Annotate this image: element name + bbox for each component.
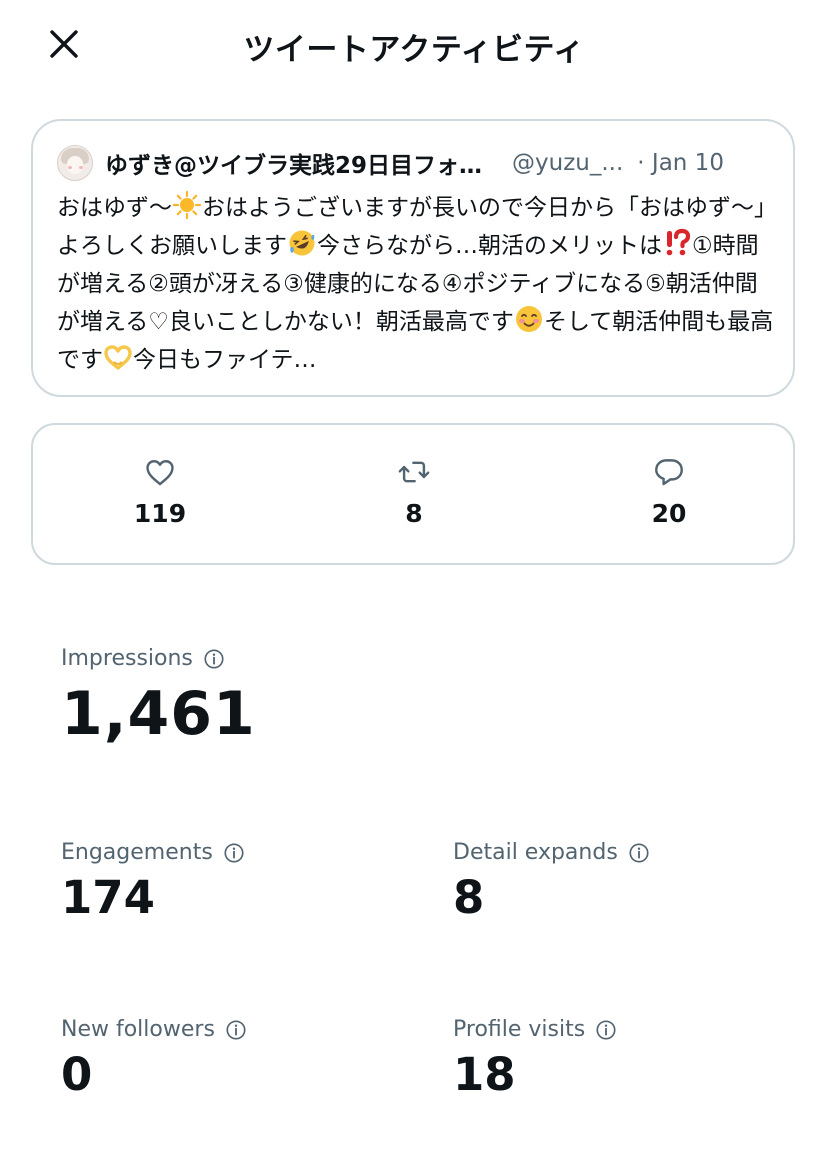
retweet-icon [398,461,430,483]
profile-visits-metric: Profile visits 18 [453,1017,617,1101]
tweet-text-segment: 今日もファイテ… [133,347,317,373]
tweet-header: ゆずき@ツイブラ実践29日目フォ… @yuzu_... · Jan 10 [57,143,771,183]
smiling-blush-emoji [514,304,544,334]
tweet-author-name[interactable]: ゆずき@ツイブラ実践29日目フォ… [105,146,482,180]
engagements-value: 174 [61,871,155,924]
likes-stat: 119 [100,455,220,528]
info-icon[interactable] [223,842,245,864]
tweet-card[interactable]: ゆずき@ツイブラ実践29日目フォ… @yuzu_... · Jan 10 おはゆ… [31,119,795,397]
new-followers-label: New followers [61,1017,215,1042]
tweet-author-handle: @yuzu_... [512,150,624,176]
sun-emoji [172,190,202,220]
tweet-text-segment: おはゆず〜 [57,195,172,221]
profile-visits-label-row: Profile visits [453,1017,617,1042]
tweet-text-segment: 今さらながら…朝活のメリットは [317,233,662,259]
new-followers-value: 0 [61,1048,93,1101]
retweets-count: 8 [405,499,423,528]
exclamation-question-emoji [662,228,692,258]
new-followers-label-row: New followers [61,1017,247,1042]
profile-visits-label: Profile visits [453,1017,586,1042]
info-icon[interactable] [628,842,650,864]
engagements-label-row: Engagements [61,840,245,865]
info-icon[interactable] [225,1019,247,1041]
heart-icon [146,460,174,486]
new-followers-metric: New followers 0 [61,1017,247,1101]
impressions-metric: Impressions 1,461 [61,646,256,749]
tweet-date: · Jan 10 [637,150,724,176]
avatar[interactable] [57,145,93,181]
rofl-emoji [287,228,317,258]
likes-count: 119 [133,499,187,528]
tweet-stats-card: 119 8 20 [31,423,795,565]
impressions-label-row: Impressions [61,646,256,671]
replies-stat: 20 [609,455,729,528]
detail-expands-label-row: Detail expands [453,840,650,865]
detail-expands-value: 8 [453,871,485,924]
impressions-value: 1,461 [61,679,256,749]
profile-visits-value: 18 [453,1048,516,1101]
detail-expands-metric: Detail expands 8 [453,840,650,924]
replies-count: 20 [651,499,687,528]
engagements-label: Engagements [61,840,213,865]
reply-icon [655,459,683,486]
info-icon[interactable] [203,648,225,670]
heart-hands-emoji [103,342,133,372]
page-title: ツイートアクティビティ [243,32,585,68]
impressions-label: Impressions [61,646,193,671]
tweet-text: おはゆず〜 おはようございますが長いので今日から「おはゆず〜」よろしくお願いします… [57,189,777,379]
engagements-metric: Engagements 174 [61,840,245,924]
header: ツイートアクティビティ [0,0,828,90]
retweets-stat: 8 [354,455,474,528]
detail-expands-label: Detail expands [453,840,618,865]
info-icon[interactable] [595,1019,617,1041]
